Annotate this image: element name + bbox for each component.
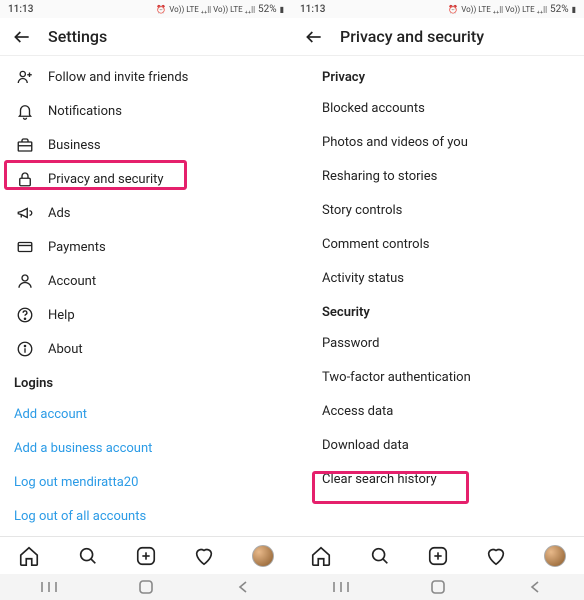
help-icon	[14, 304, 36, 326]
security-item-download[interactable]: Download data	[292, 428, 584, 462]
megaphone-icon	[14, 202, 36, 224]
search-icon[interactable]	[369, 545, 391, 567]
profile-avatar[interactable]	[252, 545, 274, 567]
status-indicators: ⏰Vo)) LTE ₊₊|| Vo)) LTE ₊₊||52%▮	[448, 4, 576, 15]
privacy-item-blocked[interactable]: Blocked accounts	[292, 91, 584, 125]
heart-icon[interactable]	[193, 545, 215, 567]
settings-item-payments[interactable]: Payments	[0, 230, 292, 264]
label: About	[48, 342, 83, 357]
logins-header: Logins	[0, 366, 292, 397]
logout-user-link[interactable]: Log out mendiratta20	[0, 465, 292, 499]
privacy-item-reshare[interactable]: Resharing to stories	[292, 159, 584, 193]
privacy-header: Privacy	[292, 60, 584, 91]
privacy-item-activity[interactable]: Activity status	[292, 261, 584, 295]
recents-button[interactable]	[332, 578, 350, 596]
lock-icon	[14, 168, 36, 190]
label: Help	[48, 308, 75, 323]
card-icon	[14, 236, 36, 258]
label: Ads	[48, 206, 71, 221]
security-item-clear-history[interactable]: Clear search history	[292, 462, 584, 496]
phone-left: 11:13 ⏰Vo)) LTE ₊₊|| Vo)) LTE ₊₊||52%▮ S…	[0, 0, 292, 600]
search-icon[interactable]	[77, 545, 99, 567]
label: Follow and invite friends	[48, 70, 188, 85]
security-item-2fa[interactable]: Two-factor authentication	[292, 360, 584, 394]
bell-icon	[14, 100, 36, 122]
page-title: Settings	[48, 27, 107, 46]
label: Account	[48, 274, 96, 289]
settings-item-notifications[interactable]: Notifications	[0, 94, 292, 128]
settings-item-ads[interactable]: Ads	[0, 196, 292, 230]
home-button[interactable]	[137, 578, 155, 596]
system-nav	[292, 574, 584, 600]
header: Privacy and security	[292, 18, 584, 56]
settings-item-business[interactable]: Business	[0, 128, 292, 162]
settings-item-help[interactable]: Help	[0, 298, 292, 332]
info-icon	[14, 338, 36, 360]
add-business-account-link[interactable]: Add a business account	[0, 431, 292, 465]
logout-all-link[interactable]: Log out of all accounts	[0, 499, 292, 533]
status-time: 11:13	[8, 4, 33, 15]
bottom-nav	[0, 536, 292, 574]
page-title: Privacy and security	[340, 27, 484, 46]
security-item-password[interactable]: Password	[292, 326, 584, 360]
phone-right: 11:13 ⏰Vo)) LTE ₊₊|| Vo)) LTE ₊₊||52%▮ P…	[292, 0, 584, 600]
back-button[interactable]	[302, 25, 326, 49]
user-plus-icon	[14, 66, 36, 88]
privacy-item-comment[interactable]: Comment controls	[292, 227, 584, 261]
profile-avatar[interactable]	[544, 545, 566, 567]
status-time: 11:13	[300, 4, 325, 15]
status-indicators: ⏰Vo)) LTE ₊₊|| Vo)) LTE ₊₊||52%▮	[156, 4, 284, 15]
label: Notifications	[48, 104, 122, 119]
back-system-button[interactable]	[234, 578, 252, 596]
status-bar: 11:13 ⏰Vo)) LTE ₊₊|| Vo)) LTE ₊₊||52%▮	[0, 0, 292, 18]
back-system-button[interactable]	[526, 578, 544, 596]
bottom-nav	[292, 536, 584, 574]
label: Payments	[48, 240, 106, 255]
settings-item-about[interactable]: About	[0, 332, 292, 366]
privacy-list: Privacy Blocked accounts Photos and vide…	[292, 56, 584, 536]
home-icon[interactable]	[18, 545, 40, 567]
settings-item-privacy[interactable]: Privacy and security	[0, 162, 292, 196]
privacy-item-story[interactable]: Story controls	[292, 193, 584, 227]
home-icon[interactable]	[310, 545, 332, 567]
home-button[interactable]	[429, 578, 447, 596]
add-post-icon[interactable]	[427, 545, 449, 567]
heart-icon[interactable]	[485, 545, 507, 567]
settings-item-account[interactable]: Account	[0, 264, 292, 298]
label: Privacy and security	[48, 172, 164, 187]
label: Business	[48, 138, 101, 153]
header: Settings	[0, 18, 292, 56]
briefcase-icon	[14, 134, 36, 156]
back-button[interactable]	[10, 25, 34, 49]
settings-list: Follow and invite friends Notifications …	[0, 56, 292, 536]
settings-item-follow[interactable]: Follow and invite friends	[0, 60, 292, 94]
privacy-item-photos[interactable]: Photos and videos of you	[292, 125, 584, 159]
security-header: Security	[292, 295, 584, 326]
status-bar: 11:13 ⏰Vo)) LTE ₊₊|| Vo)) LTE ₊₊||52%▮	[292, 0, 584, 18]
add-post-icon[interactable]	[135, 545, 157, 567]
system-nav	[0, 574, 292, 600]
add-account-link[interactable]: Add account	[0, 397, 292, 431]
security-item-access[interactable]: Access data	[292, 394, 584, 428]
recents-button[interactable]	[40, 578, 58, 596]
user-icon	[14, 270, 36, 292]
